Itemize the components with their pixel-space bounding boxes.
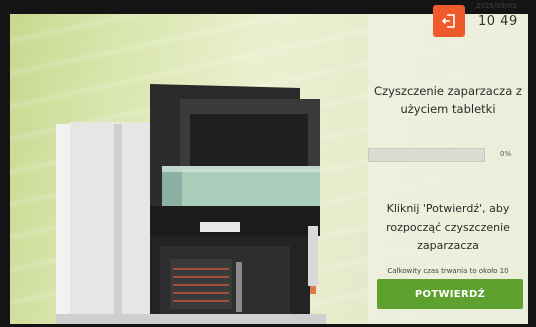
procedure-title: Czyszczenie zaparzacza z użyciem tabletk… [374,84,522,116]
progress-bar [368,148,485,162]
instruction-text: Kliknij 'Potwierdź', aby rozpocząć czysz… [386,202,510,252]
coffee-machine-image [56,84,326,324]
time-label: 10 49 [478,14,518,29]
date-label: 2025/09/03 [476,2,517,10]
side-panel [368,14,528,324]
progress-percent: 0% [500,150,512,158]
exit-icon [441,14,455,28]
exit-button[interactable] [433,5,465,37]
touch-screen [10,14,528,324]
duration-text: Całkowity czas trwania to około 10 [387,267,509,275]
device-frame: 2025/09/03 10 49 Czyszczenie zaparzacza … [0,0,536,327]
confirm-button[interactable]: POTWIERDŹ [377,279,523,309]
